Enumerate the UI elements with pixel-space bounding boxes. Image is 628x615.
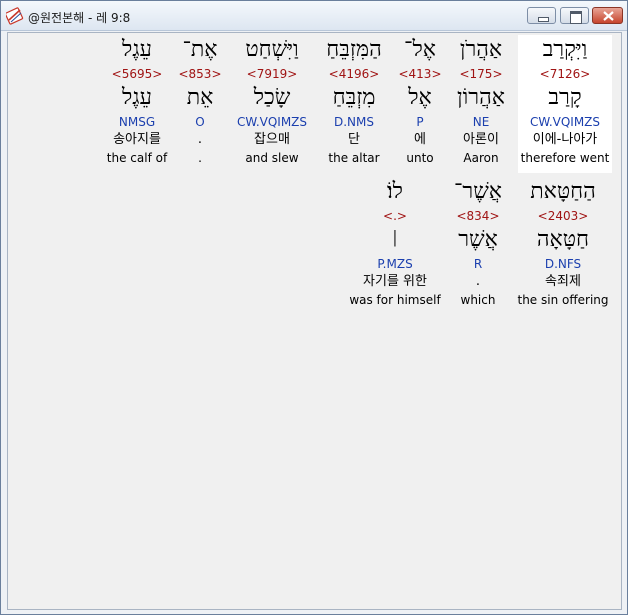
morph-code: R <box>473 257 483 271</box>
hebrew-word: אֶל־ <box>404 37 436 62</box>
word-block[interactable]: הַמִּזְבֵּחַ <4196> מִזְבֵּחַ D.NMS 단 th… <box>315 35 393 173</box>
minimize-button[interactable] <box>527 7 556 24</box>
lemma-word: חַטָּאָה <box>536 227 590 252</box>
english-gloss: unto <box>406 151 434 165</box>
english-gloss: the altar <box>328 151 380 165</box>
word-block[interactable]: אַהֲרֹן <175> אַהֲרוֹן NE 아론이 Aaron <box>450 35 512 173</box>
korean-gloss: 아론이 <box>463 132 499 147</box>
morph-code: D.NMS <box>333 115 374 129</box>
korean-gloss: 송아지를 <box>113 132 161 147</box>
lemma-word: מִזְבֵּחַ <box>332 85 376 110</box>
close-button[interactable] <box>592 7 623 24</box>
english-gloss: . <box>198 151 202 165</box>
close-icon <box>603 11 614 21</box>
morph-code: CW.VQIMZS <box>529 115 601 129</box>
hebrew-word: אַהֲרֹן <box>459 37 503 62</box>
strong-number[interactable]: <5695> <box>102 65 172 83</box>
app-window: @원전본해 - 레 9:8 וַיִּקְרַב <7126> קָרַב CW… <box>0 0 628 615</box>
strong-number[interactable]: <413> <box>393 65 447 83</box>
hebrew-word: וַיִּקְרַב <box>542 37 588 62</box>
morph-code: P <box>416 115 424 129</box>
korean-gloss: 에 <box>414 132 426 147</box>
korean-gloss: 잡으매 <box>254 132 290 147</box>
korean-gloss: 자기를 위한 <box>363 274 427 289</box>
hebrew-word: עֵגֶל <box>121 37 152 62</box>
morph-code: NE <box>472 115 490 129</box>
morph-code: D.NFS <box>544 257 582 271</box>
word-block[interactable]: וַיִּקְרַב <7126> קָרַב CW.VQIMZS 이에-나아가… <box>518 35 612 173</box>
strong-number[interactable]: <2403> <box>514 207 612 225</box>
hebrew-word: הַחַטָּאת <box>530 179 596 204</box>
word-block[interactable]: עֵגֶל <5695> עֵגֶל NMSG 송아지를 the calf of <box>102 35 172 173</box>
bible-app-icon <box>4 7 24 25</box>
english-gloss: the calf of <box>106 151 168 165</box>
word-block[interactable]: וַיִּשְׁחַט <7919> שָׂכַל CW.VQIMZS 잡으매 … <box>230 35 314 173</box>
word-block[interactable]: אֶל־ <413> אֶל P 에 unto <box>393 35 447 173</box>
strong-number[interactable]: <7126> <box>518 65 612 83</box>
lemma-word: קָרַב <box>548 85 582 110</box>
english-gloss: Aaron <box>463 151 499 165</box>
korean-gloss: 단 <box>348 132 360 147</box>
korean-gloss: . <box>475 274 481 289</box>
strong-number[interactable]: <4196> <box>315 65 393 83</box>
lemma-word: עֵגֶל <box>121 85 152 110</box>
lemma-word: אֵת <box>186 85 214 110</box>
strong-number[interactable]: <7919> <box>230 65 314 83</box>
title-bar[interactable]: @원전본해 - 레 9:8 <box>1 1 627 31</box>
strong-number[interactable]: <853> <box>176 65 224 83</box>
window-title: @원전본해 - 레 9:8 <box>28 11 131 25</box>
morph-code: NMSG <box>118 115 156 129</box>
lemma-word: אֶל <box>408 85 432 110</box>
word-block[interactable]: אֲשֶׁר־ <834> אֲשֶׁר R . which <box>446 177 510 315</box>
word-block[interactable]: אֶת־ <853> אֵת O . . <box>176 35 224 173</box>
lemma-word: אֲשֶׁר <box>458 227 498 252</box>
english-gloss: the sin offering <box>517 293 609 307</box>
word-block[interactable]: לוֹ׃ <.> ׀ P.MZS 자기를 위한 was for himself <box>348 177 442 315</box>
lemma-word: שָׂכַל <box>253 85 291 110</box>
word-block[interactable]: הַחַטָּאת <2403> חַטָּאָה D.NFS 속죄제 the … <box>514 177 612 315</box>
korean-gloss: . <box>197 132 203 147</box>
morph-code: P.MZS <box>377 257 413 271</box>
korean-gloss: 속죄제 <box>545 274 581 289</box>
maximize-button[interactable] <box>560 7 589 24</box>
hebrew-word: לוֹ׃ <box>387 179 403 204</box>
strong-number[interactable]: <175> <box>450 65 512 83</box>
english-gloss: which <box>460 293 496 307</box>
lemma-word: אַהֲרוֹן <box>457 85 505 110</box>
strong-number[interactable]: <834> <box>446 207 510 225</box>
korean-gloss: 이에-나아가 <box>532 132 598 147</box>
english-gloss: therefore went <box>520 151 610 165</box>
hebrew-word: הַמִּזְבֵּחַ <box>326 37 382 62</box>
hebrew-word: אֲשֶׁר־ <box>453 179 502 204</box>
hebrew-word: אֶת־ <box>182 37 218 62</box>
interlinear-panel[interactable]: וַיִּקְרַב <7126> קָרַב CW.VQIMZS 이에-나아가… <box>7 32 622 610</box>
hebrew-word: וַיִּשְׁחַט <box>245 37 299 62</box>
lemma-word: ׀ <box>391 232 399 248</box>
morph-code: CW.VQIMZS <box>236 115 308 129</box>
english-gloss: and slew <box>245 151 299 165</box>
strong-number[interactable]: <.> <box>348 207 442 225</box>
morph-code: O <box>195 115 205 129</box>
english-gloss: was for himself <box>349 293 441 307</box>
